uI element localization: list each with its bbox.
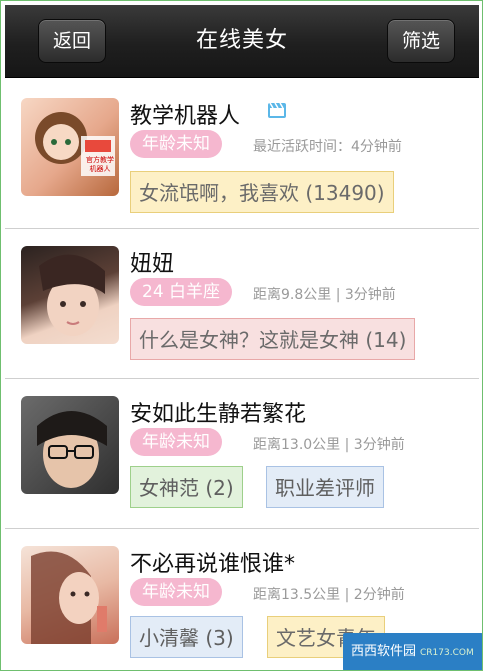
list-item[interactable]: 妞妞 24 白羊座 距离9.8公里 | 3分钟前 什么是女神？这就是女神 (14… <box>5 228 479 379</box>
watermark-logo: 西西软件园 CR173.COM <box>343 633 482 670</box>
avatar[interactable] <box>21 396 119 494</box>
avatar-photo <box>31 551 107 644</box>
nav-bar: 在线美女 返回 筛选 <box>5 5 479 78</box>
avatar[interactable]: 官方教学 机器人 <box>21 98 119 196</box>
avatar-photo <box>37 411 107 488</box>
back-button[interactable]: 返回 <box>38 19 107 63</box>
watermark-subtext: CR173.COM <box>420 648 474 658</box>
activity-meta: 最近活跃时间：4分钟前 <box>253 139 402 155</box>
avatar-caption-line: 机器人 <box>89 165 111 173</box>
filter-button[interactable]: 筛选 <box>386 19 455 63</box>
activity-meta: 距离13.0公里 | 3分钟前 <box>253 437 405 453</box>
tag-chip[interactable]: 小清馨 (3) <box>130 616 243 658</box>
age-badge: 年龄未知 <box>130 578 222 606</box>
user-name: 安如此生静若繁花 <box>130 402 307 427</box>
activity-meta: 距离13.5公里 | 2分钟前 <box>253 587 405 603</box>
avatar-caption-line: 官方教学 <box>86 156 114 164</box>
tag-chip[interactable]: 女流氓啊，我喜欢 (13490) <box>130 171 394 213</box>
tag-chip[interactable]: 什么是女神？这就是女神 (14) <box>130 318 416 360</box>
age-badge: 24 白羊座 <box>130 278 233 306</box>
watermark-text: 西西软件园 <box>351 644 417 659</box>
tag-chip[interactable]: 女神范 (2) <box>130 466 243 508</box>
avatar[interactable] <box>21 546 119 644</box>
avatar-photo <box>39 254 105 336</box>
avatar-illustration <box>35 112 115 176</box>
age-badge: 年龄未知 <box>130 130 222 158</box>
list-item[interactable]: 官方教学 机器人 教学机器人 年龄未知 最近活跃时间：4分钟前 女流氓啊，我喜欢… <box>5 78 479 229</box>
video-icon <box>268 102 286 118</box>
user-name: 妞妞 <box>130 252 175 277</box>
user-name: 教学机器人 <box>130 104 241 129</box>
app-frame: 在线美女 返回 筛选 官方教学 机器人 教学机器人 年龄未知 最近活跃时间：4分… <box>0 0 483 671</box>
tag-chip[interactable]: 职业差评师 <box>266 466 384 508</box>
user-name: 不必再说谁恨谁* <box>130 552 296 577</box>
activity-meta: 距离9.8公里 | 3分钟前 <box>253 287 396 303</box>
list-item[interactable]: 安如此生静若繁花 年龄未知 距离13.0公里 | 3分钟前 女神范 (2) 职业… <box>5 378 479 529</box>
avatar[interactable] <box>21 246 119 344</box>
age-badge: 年龄未知 <box>130 428 222 456</box>
